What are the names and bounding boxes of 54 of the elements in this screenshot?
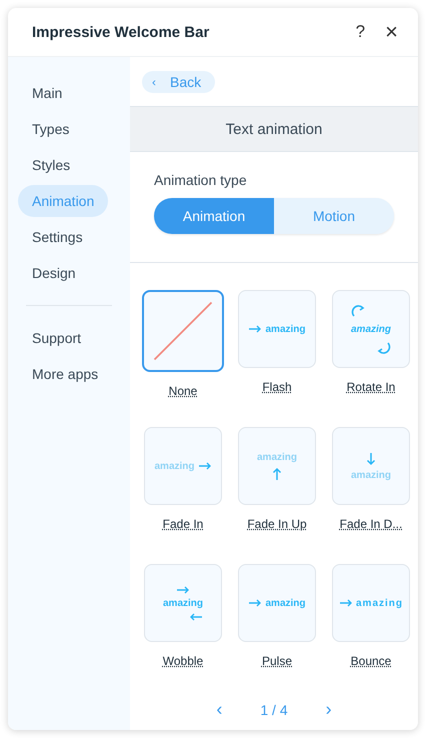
effect-tile[interactable]: amazing: [238, 564, 316, 642]
effect-tile[interactable]: amazing: [238, 290, 316, 368]
sidebar-item[interactable]: Support: [18, 322, 96, 354]
toggle-option[interactable]: Motion: [274, 198, 394, 234]
arrow-left-icon: [189, 612, 203, 620]
effect-tile[interactable]: amazing: [332, 427, 410, 505]
arrow-down-icon: [366, 452, 376, 466]
sample-text: amazing: [256, 452, 297, 462]
effect-tile[interactable]: amazing: [332, 290, 410, 368]
effect-label: None: [168, 384, 198, 398]
rotate-arrow-icon: [350, 304, 367, 320]
sample-text: amazing: [350, 470, 391, 480]
sidebar-item[interactable]: Design: [18, 257, 90, 289]
page-indicator: 1 / 4: [260, 702, 288, 718]
back-button[interactable]: ‹ Back: [142, 71, 216, 93]
effect-label: Rotate In: [346, 380, 396, 394]
effect-label: Fade In D...: [340, 517, 402, 531]
close-button[interactable]: ×: [381, 19, 402, 45]
next-page-button[interactable]: ›: [320, 698, 338, 721]
previous-page-button[interactable]: ‹: [210, 698, 228, 721]
arrow-up-icon: [272, 466, 282, 480]
sample-text: amazing: [350, 324, 391, 334]
sidebar-item[interactable]: Settings: [18, 221, 97, 253]
sample-text: amazing: [265, 324, 306, 334]
arrow-right-icon: [248, 599, 262, 607]
arrow-right-icon: [198, 462, 212, 470]
sample-text: amazing: [162, 598, 203, 608]
sample-text: amazing: [265, 598, 306, 608]
sample-text: amazing: [154, 460, 194, 472]
effect-tile[interactable]: amazing: [144, 564, 222, 642]
arrow-right-icon: [248, 325, 262, 333]
effect-label: Wobble: [162, 654, 204, 668]
effect-label: Flash: [262, 380, 292, 394]
effect-tile[interactable]: amazing: [238, 427, 316, 505]
field-label: Animation type: [154, 172, 248, 188]
sidebar-item[interactable]: Styles: [18, 149, 84, 181]
sample-text: amazing: [356, 598, 403, 608]
effect-label: Bounce: [350, 654, 392, 668]
arrow-right-icon: [176, 586, 190, 594]
sidebar-item[interactable]: Types: [18, 113, 84, 145]
effect-label: Fade In: [162, 517, 204, 531]
section-header: Text animation: [130, 106, 418, 152]
sidebar-item[interactable]: More apps: [18, 358, 112, 390]
effect-label: Pulse: [262, 654, 292, 668]
sidebar-item[interactable]: Animation: [18, 185, 108, 217]
window-title: Impressive Welcome Bar: [32, 24, 210, 40]
sidebar-item[interactable]: Main: [18, 77, 76, 109]
toggle-option[interactable]: Animation: [154, 198, 274, 234]
help-button[interactable]: ?: [352, 22, 370, 42]
effect-label: Fade In Up: [247, 517, 307, 531]
effect-tile[interactable]: [142, 290, 224, 372]
effect-tile[interactable]: amazing: [332, 564, 410, 642]
effect-tile[interactable]: amazing: [144, 427, 222, 505]
arrow-right-icon: [338, 599, 353, 607]
